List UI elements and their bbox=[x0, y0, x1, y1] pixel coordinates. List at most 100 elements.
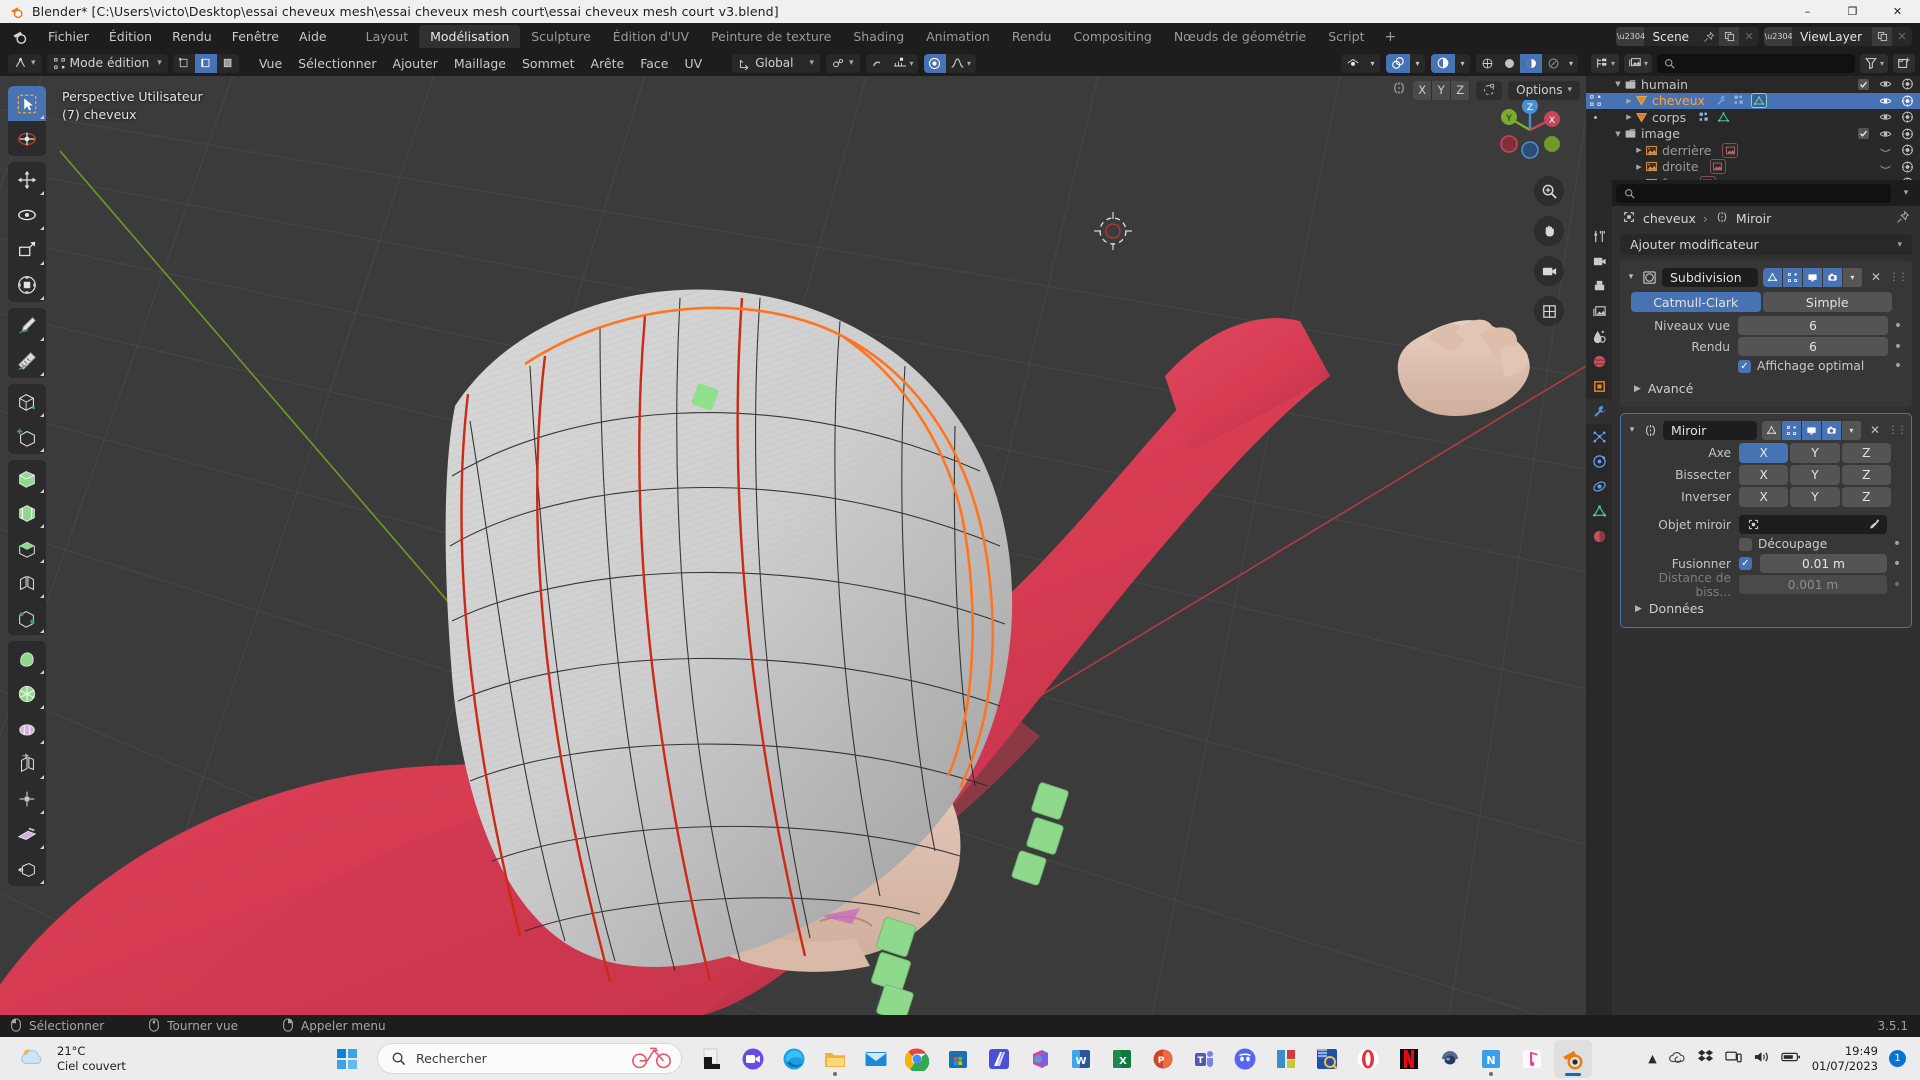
modifier-panel-mirror[interactable]: ▾ Miroir ▾ ✕ ⋮⋮ Axe X Y Z Bissecter X Y … bbox=[1620, 413, 1912, 628]
menu-aide[interactable]: Aide bbox=[289, 26, 337, 47]
outliner-row-derriere[interactable]: ▶ derrière bbox=[1586, 142, 1920, 159]
advanced-subpanel[interactable]: ▶ Avancé bbox=[1620, 376, 1912, 401]
toggle-ortho-icon[interactable] bbox=[1534, 296, 1564, 326]
lightshot-icon[interactable] bbox=[693, 1040, 731, 1078]
edit-mode-toggle[interactable] bbox=[1782, 267, 1802, 287]
rip-region-tool[interactable] bbox=[8, 781, 46, 816]
expand-triangle-icon[interactable]: ▶ bbox=[1633, 146, 1645, 154]
image-data-icon[interactable] bbox=[1722, 142, 1739, 158]
particles-tab[interactable] bbox=[1586, 424, 1612, 449]
select-mode-group[interactable] bbox=[172, 53, 239, 73]
shrink-fatten-tool[interactable] bbox=[8, 711, 46, 746]
tab-shading[interactable]: Shading bbox=[842, 25, 915, 48]
camera-icon[interactable] bbox=[1901, 111, 1914, 124]
axis-z-button[interactable]: Z bbox=[1841, 443, 1891, 463]
expand-triangle-icon[interactable]: ▶ bbox=[1633, 163, 1645, 171]
powerpoint-icon[interactable]: P bbox=[1144, 1040, 1182, 1078]
face-select-icon[interactable] bbox=[217, 54, 239, 73]
show-overlays-icon[interactable] bbox=[1386, 53, 1410, 73]
realtime-toggle[interactable] bbox=[1802, 267, 1822, 287]
flip-x-button[interactable]: X bbox=[1739, 487, 1789, 507]
remove-modifier-button[interactable]: ✕ bbox=[1868, 270, 1884, 284]
new-collection-icon[interactable] bbox=[1893, 53, 1915, 73]
show-gizmo-icon[interactable] bbox=[1341, 54, 1365, 73]
smooth-tool[interactable] bbox=[8, 641, 46, 676]
mesh-data-icon[interactable] bbox=[1750, 93, 1767, 109]
push-pull-tool[interactable] bbox=[8, 851, 46, 886]
scene-tab[interactable] bbox=[1586, 324, 1612, 349]
dropbox-icon[interactable] bbox=[1697, 1048, 1714, 1069]
rip-edge-tool[interactable] bbox=[8, 816, 46, 851]
duplicate-viewlayer-button[interactable] bbox=[1872, 27, 1892, 46]
eye-closed-icon[interactable] bbox=[1879, 144, 1892, 157]
bisect-y-button[interactable]: Y bbox=[1790, 465, 1840, 485]
tab-sculpture[interactable]: Sculpture bbox=[520, 25, 602, 48]
animate-property-dot[interactable]: • bbox=[1892, 319, 1904, 333]
wireframe-shading-icon[interactable] bbox=[1476, 54, 1498, 73]
blender-icon[interactable] bbox=[1554, 1039, 1592, 1078]
modifier-extras-chevron-icon[interactable]: ▾ bbox=[1842, 267, 1862, 287]
taskbar-search-input[interactable]: Rechercher bbox=[377, 1043, 682, 1074]
autodesk-icon[interactable] bbox=[980, 1040, 1018, 1078]
taskbar-clock[interactable]: 19:49 01/07/2023 bbox=[1812, 1044, 1878, 1074]
snap-target-selector[interactable]: ▾ bbox=[826, 53, 860, 73]
outliner-search-input[interactable] bbox=[1657, 53, 1855, 73]
tab-animation[interactable]: Animation bbox=[915, 25, 1001, 48]
outliner-row-humain[interactable]: ▼ humain bbox=[1586, 76, 1920, 93]
render-levels-input[interactable]: 6 bbox=[1738, 337, 1888, 356]
onenote-icon[interactable]: N bbox=[1472, 1040, 1510, 1078]
mirror-axis-group[interactable]: X Y Z bbox=[1413, 80, 1471, 100]
expand-triangle-icon[interactable]: ▼ bbox=[1612, 130, 1624, 138]
shear-tool[interactable] bbox=[8, 746, 46, 781]
battery-icon[interactable] bbox=[1781, 1049, 1801, 1068]
eye-icon[interactable] bbox=[1879, 94, 1892, 107]
teams-icon[interactable]: T bbox=[1185, 1040, 1223, 1078]
optimal-display-checkbox[interactable]: ✓ bbox=[1738, 359, 1751, 373]
modifier-name[interactable]: Miroir bbox=[1663, 420, 1757, 440]
extrude-region-tool[interactable] bbox=[8, 384, 46, 419]
tab-compositing[interactable]: Compositing bbox=[1062, 25, 1162, 48]
outliner-filter-button[interactable]: ▾ bbox=[1859, 53, 1888, 73]
tab-layout[interactable]: Layout bbox=[355, 25, 420, 48]
view-layer-tab[interactable] bbox=[1586, 299, 1612, 324]
expand-triangle-icon[interactable]: ▶ bbox=[1623, 97, 1635, 105]
notification-badge[interactable]: 1 bbox=[1889, 1050, 1906, 1067]
outliner-row-image[interactable]: ▼ image bbox=[1586, 126, 1920, 143]
menu-selectionner[interactable]: Sélectionner bbox=[290, 53, 384, 74]
shading-chevron-icon[interactable]: ▾ bbox=[1564, 54, 1578, 73]
zoom-icon[interactable] bbox=[1534, 176, 1564, 206]
viewlayer-selector[interactable]: \u2304 ViewLayer ✕ bbox=[1764, 27, 1912, 46]
cursor-tool[interactable] bbox=[8, 121, 46, 156]
properties-search-input[interactable] bbox=[1616, 183, 1891, 203]
edge-icon[interactable] bbox=[775, 1040, 813, 1078]
realtime-toggle[interactable] bbox=[1801, 420, 1821, 440]
maximize-button[interactable]: ❐ bbox=[1830, 0, 1875, 23]
viewport-levels-input[interactable]: 6 bbox=[1738, 316, 1888, 335]
scale-tool[interactable] bbox=[8, 232, 46, 267]
tab-peinture-texture[interactable]: Peinture de texture bbox=[700, 25, 842, 48]
blender-menu-icon[interactable] bbox=[12, 29, 28, 45]
menu-uv[interactable]: UV bbox=[677, 53, 711, 74]
transform-orientation-selector[interactable]: Global ▾ bbox=[732, 53, 821, 73]
solid-shading-icon[interactable] bbox=[1498, 54, 1520, 73]
wrench-icon[interactable] bbox=[1715, 94, 1728, 107]
3d-viewport[interactable]: ▾ Mode édition ▾ Vue Sélectionner Ajoute… bbox=[0, 50, 1586, 1015]
zoom-icon[interactable] bbox=[734, 1040, 772, 1078]
pan-hand-icon[interactable] bbox=[1534, 216, 1564, 246]
modifier-icon[interactable] bbox=[1733, 94, 1746, 107]
world-tab[interactable] bbox=[1586, 349, 1612, 374]
chrome-icon[interactable] bbox=[898, 1040, 936, 1078]
proportional-editing-icon[interactable] bbox=[923, 53, 946, 73]
expand-chevron-icon[interactable]: ▾ bbox=[1626, 425, 1638, 435]
menu-edition[interactable]: Édition bbox=[99, 26, 162, 47]
discord-icon[interactable] bbox=[1226, 1040, 1264, 1078]
render-toggle[interactable] bbox=[1821, 420, 1841, 440]
menu-arete[interactable]: Arête bbox=[583, 53, 633, 74]
bevel-tool[interactable] bbox=[8, 460, 46, 495]
bisect-z-button[interactable]: Z bbox=[1841, 465, 1891, 485]
modifier-tab[interactable] bbox=[1586, 399, 1612, 424]
viewport-canvas[interactable] bbox=[0, 76, 1586, 1015]
measure-tool[interactable] bbox=[8, 343, 46, 378]
snap-group[interactable]: ▾ bbox=[865, 53, 918, 73]
music-icon[interactable] bbox=[1513, 1040, 1551, 1078]
